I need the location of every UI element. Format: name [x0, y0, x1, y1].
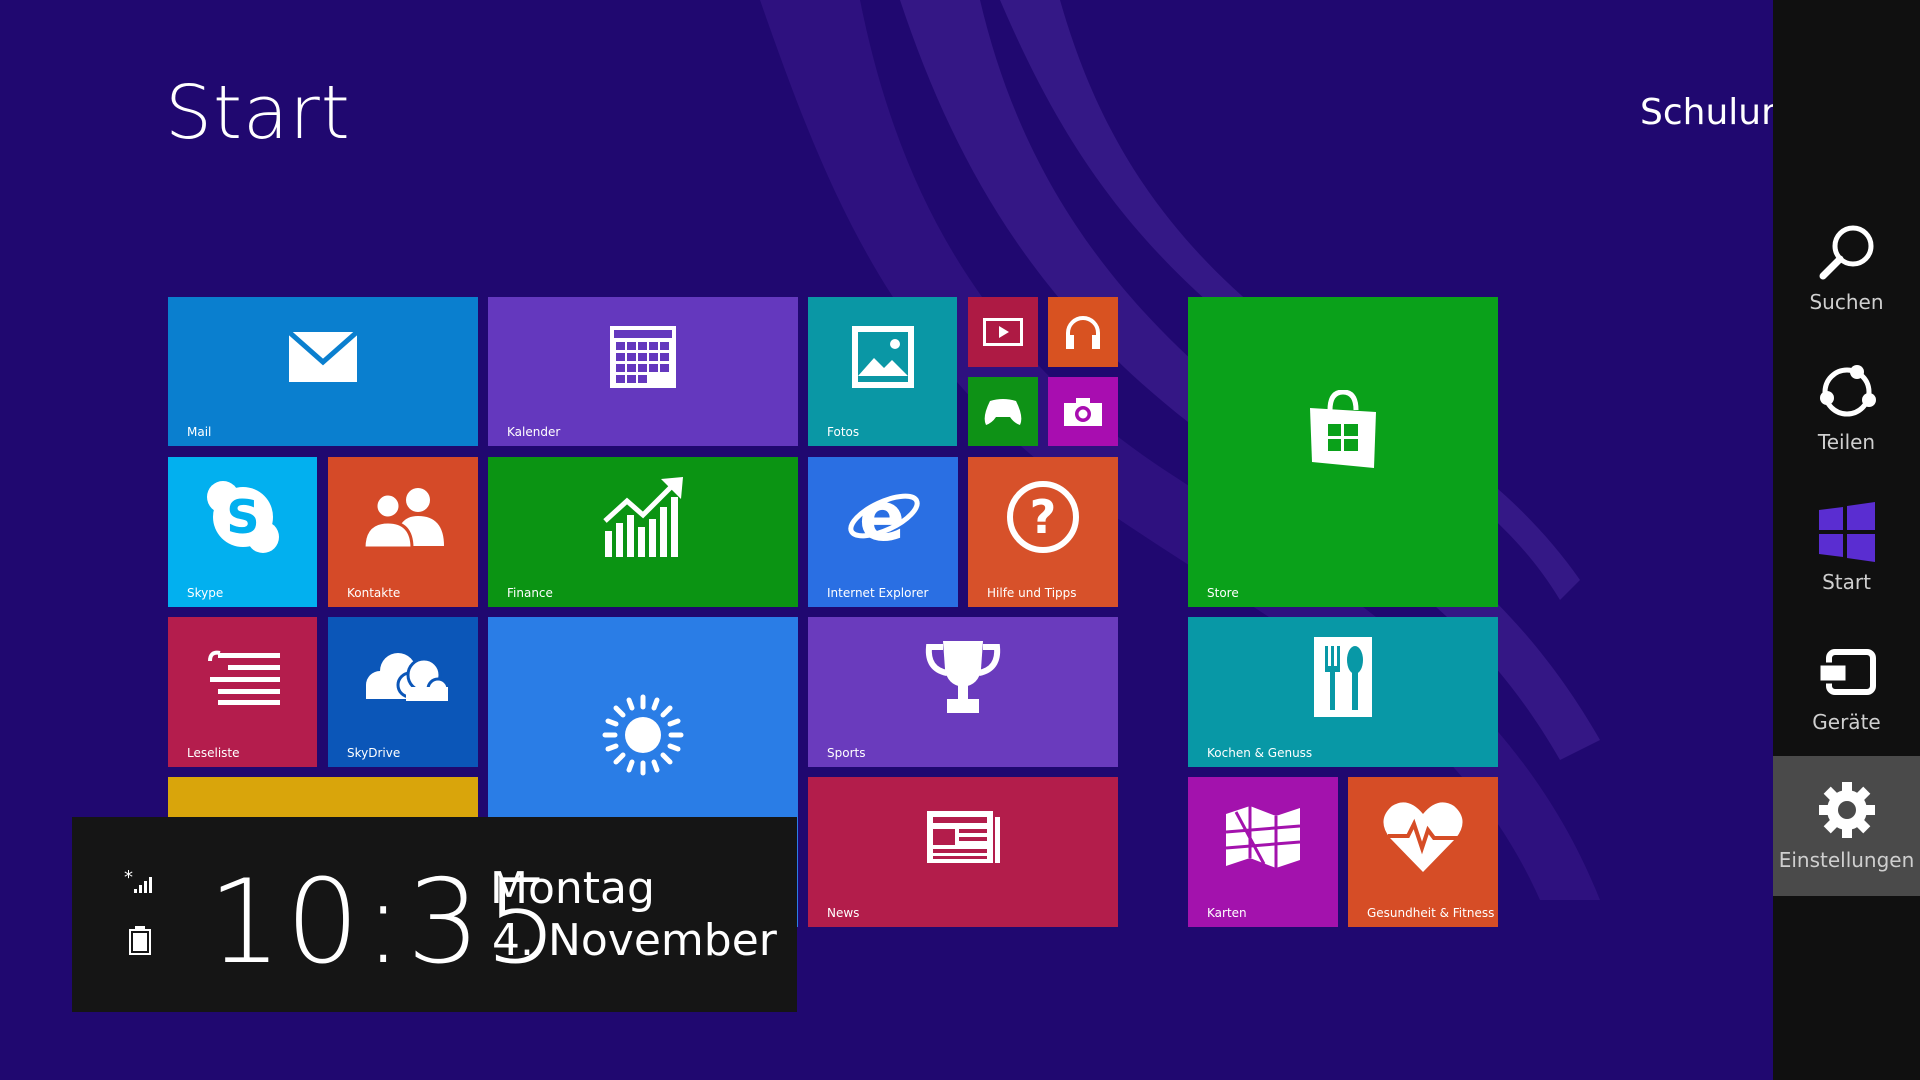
help-icon: ? — [968, 457, 1118, 577]
tile-label: Mail — [187, 425, 212, 439]
trophy-icon — [808, 617, 1118, 737]
share-icon — [1773, 360, 1920, 424]
charm-label: Start — [1822, 570, 1871, 594]
tile-label: Leseliste — [187, 746, 240, 760]
charm-teilen[interactable]: Teilen — [1773, 338, 1920, 478]
battery-icon — [127, 925, 153, 959]
svg-text:S: S — [226, 490, 259, 544]
skype-icon: S — [168, 457, 317, 577]
tile-label: News — [827, 906, 860, 920]
tile-karten[interactable]: Karten — [1188, 777, 1338, 927]
store-icon — [1188, 297, 1498, 564]
heart-pulse-icon — [1348, 777, 1498, 897]
tile-news[interactable]: News — [808, 777, 1118, 927]
news-icon — [808, 777, 1118, 897]
tile-skydrive[interactable]: SkyDrive — [328, 617, 478, 767]
gamepad-icon — [968, 377, 1038, 446]
calendar-icon — [488, 297, 798, 416]
map-icon — [1188, 777, 1338, 897]
tile-label: Sports — [827, 746, 866, 760]
camera-icon — [1048, 377, 1118, 446]
tile-mail[interactable]: Mail — [168, 297, 478, 446]
devices-icon — [1773, 640, 1920, 704]
network-signal-icon: * — [124, 867, 154, 899]
charm-start[interactable]: Start — [1773, 478, 1920, 618]
tile-camera[interactable] — [1048, 377, 1118, 446]
tile-kochen-genuss[interactable]: Kochen & Genuss — [1188, 617, 1498, 767]
gear-icon — [1773, 778, 1920, 842]
tile-internet-explorer[interactable]: e Internet Explorer — [808, 457, 958, 607]
svg-text:?: ? — [1030, 490, 1057, 544]
windows-logo-icon — [1773, 500, 1920, 564]
tile-label: Karten — [1207, 906, 1247, 920]
tile-label: Store — [1207, 586, 1239, 600]
tile-label: Hilfe und Tipps — [987, 586, 1077, 600]
cloud-icon — [328, 617, 478, 737]
tile-video[interactable] — [968, 297, 1038, 367]
video-icon — [968, 297, 1038, 367]
tile-label: Kochen & Genuss — [1207, 746, 1313, 760]
tile-label: SkyDrive — [347, 746, 401, 760]
svg-text:e: e — [859, 480, 905, 554]
charm-einstellungen[interactable]: Einstellungen — [1773, 756, 1920, 896]
clock-day: Montag — [490, 863, 655, 914]
charm-geraete[interactable]: Geräte — [1773, 618, 1920, 758]
headphones-icon — [1048, 297, 1118, 367]
tile-finance[interactable]: Finance — [488, 457, 798, 607]
tile-fotos[interactable]: Fotos — [808, 297, 957, 446]
tile-label: Kontakte — [347, 586, 401, 600]
cutlery-icon — [1188, 617, 1498, 737]
tile-label: Gesundheit & Fitness — [1367, 906, 1495, 920]
charm-label: Geräte — [1812, 710, 1881, 734]
clock-overlay: * 10:35 Montag 4. November — [72, 817, 797, 1012]
tile-store[interactable]: Store — [1188, 297, 1498, 607]
tile-hilfe-und-tipps[interactable]: ? Hilfe und Tipps — [968, 457, 1118, 607]
internet-explorer-icon: e — [808, 457, 958, 577]
svg-text:*: * — [124, 869, 133, 888]
people-icon — [328, 457, 478, 577]
charms-bar: Suchen Teilen Start Geräte Einstellungen — [1773, 0, 1920, 1080]
tile-label: Kalender — [507, 425, 561, 439]
tile-kalender[interactable]: Kalender — [488, 297, 798, 446]
mail-icon — [168, 297, 478, 416]
tile-label: Fotos — [827, 425, 860, 439]
charm-label: Suchen — [1809, 290, 1884, 314]
clock-date: 4. November — [492, 915, 777, 966]
tile-gesundheit-fitness[interactable]: Gesundheit & Fitness — [1348, 777, 1498, 927]
tile-label: Finance — [507, 586, 553, 600]
tile-kontakte[interactable]: Kontakte — [328, 457, 478, 607]
start-title: Start — [165, 70, 351, 156]
tile-label: Internet Explorer — [827, 586, 929, 600]
tile-games[interactable] — [968, 377, 1038, 446]
tile-skype[interactable]: S Skype — [168, 457, 317, 607]
charm-label: Einstellungen — [1778, 848, 1915, 872]
photos-icon — [808, 297, 957, 416]
charm-label: Teilen — [1817, 430, 1876, 454]
tile-music[interactable] — [1048, 297, 1118, 367]
tile-sports[interactable]: Sports — [808, 617, 1118, 767]
tile-leseliste[interactable]: Leseliste — [168, 617, 317, 767]
reading-list-icon — [168, 617, 317, 737]
search-icon — [1773, 220, 1920, 284]
finance-chart-icon — [488, 457, 798, 577]
tile-label: Skype — [187, 586, 224, 600]
charm-suchen[interactable]: Suchen — [1773, 198, 1920, 338]
